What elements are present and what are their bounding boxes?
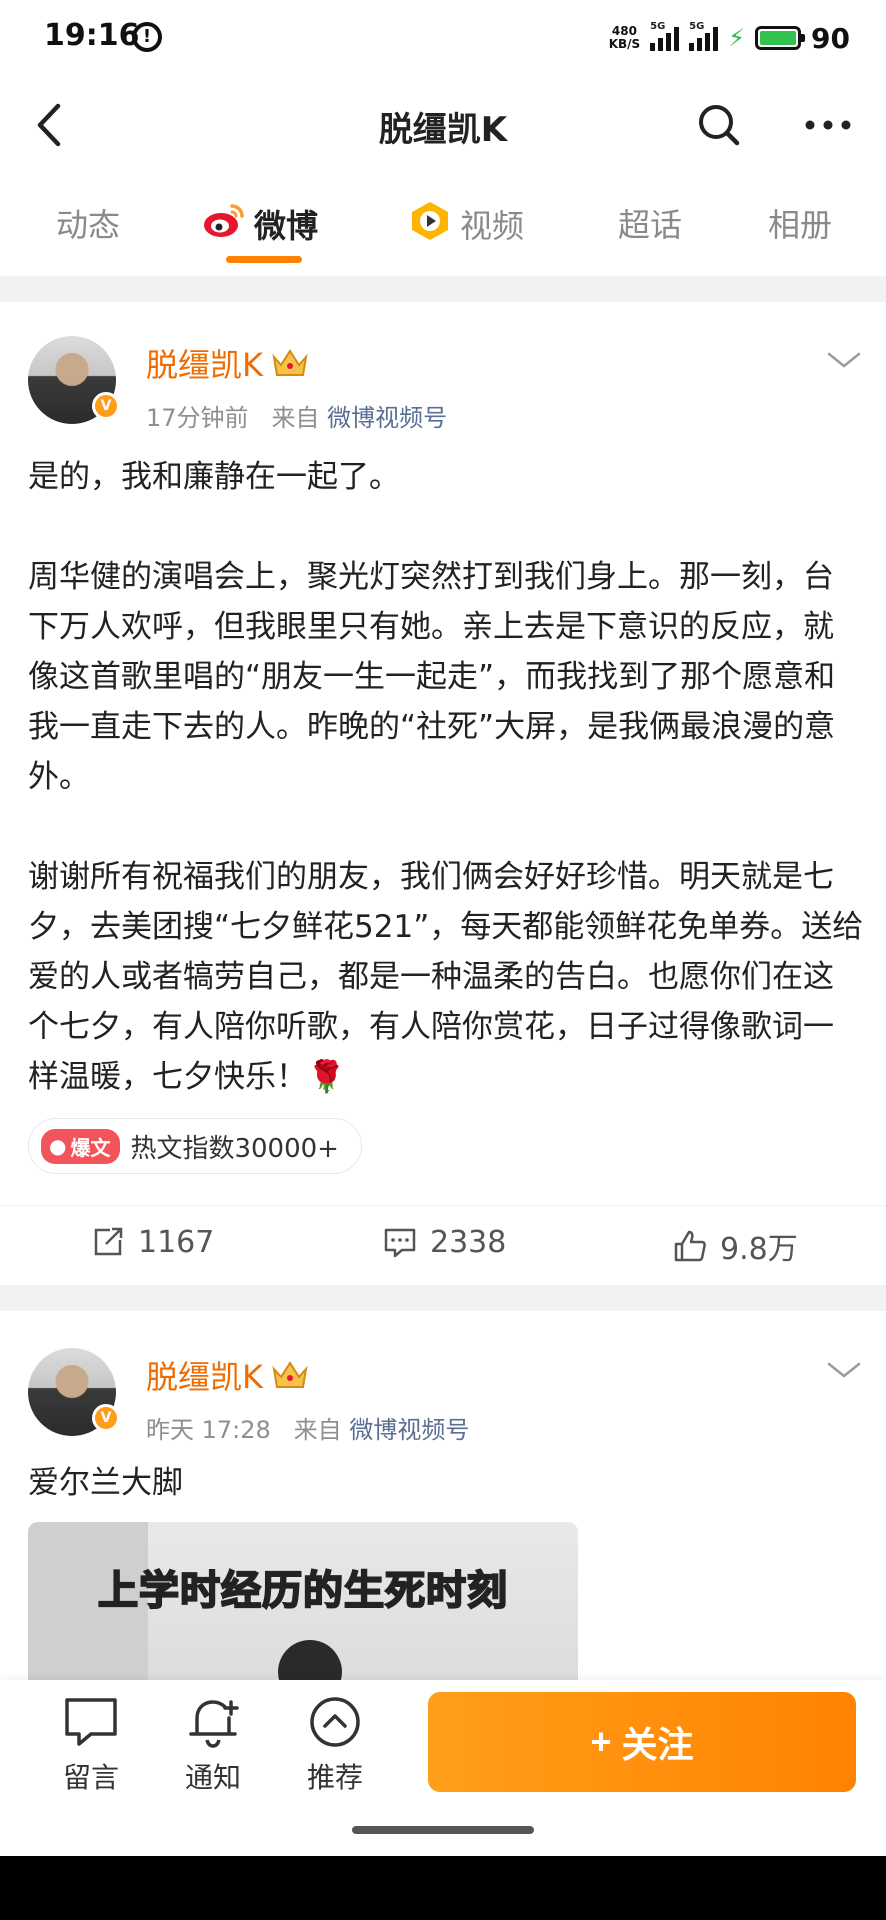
follow-button[interactable]: + 关注	[428, 1692, 856, 1792]
author-name: 脱缰凯K	[146, 346, 263, 384]
post-meta: 17分钟前 来自 微博视频号	[146, 398, 447, 433]
message-button[interactable]: 留言	[46, 1694, 136, 1796]
post-time: 17分钟前	[146, 404, 249, 432]
post-text: 是的，我和廉静在一起了。 周华健的演唱会上，聚光灯突然打到我们身上。那一刻，台下…	[28, 452, 864, 1102]
status-time: 19:16	[44, 18, 140, 53]
weibo-logo-icon	[202, 200, 246, 248]
message-icon	[65, 1698, 117, 1746]
hot-tag-label: 爆文	[70, 1135, 111, 1160]
profile-page: 19:16 ! 480 KB/S 5G 5G ⚡ 90 脱缰凯K 动态 微博 视…	[0, 0, 886, 1920]
like-count: 9.8万	[720, 1232, 798, 1267]
like-button[interactable]: 9.8万	[672, 1224, 798, 1268]
status-right: 480 KB/S 5G 5G ⚡ 90	[609, 20, 850, 56]
signal-icon-2: 5G	[689, 21, 719, 51]
comment-icon	[384, 1228, 416, 1258]
alert-icon: !	[132, 22, 162, 52]
tab-label: 相册	[768, 206, 833, 244]
post-source[interactable]: 微博视频号	[327, 404, 447, 432]
post-paragraph: 是的，我和廉静在一起了。	[28, 459, 400, 495]
notify-button[interactable]: 通知	[168, 1694, 258, 1796]
recommend-label: 推荐	[306, 1761, 363, 1794]
crown-icon	[272, 1361, 308, 1388]
chevron-down-icon[interactable]	[826, 350, 862, 370]
post-meta: 昨天 17:28 来自 微博视频号	[146, 1410, 469, 1445]
section-divider	[0, 1285, 886, 1311]
signal-label-2: 5G	[689, 21, 705, 32]
chevron-up-circle-icon	[310, 1697, 360, 1747]
crown-icon	[272, 349, 308, 376]
post-actions: 1167 2338 9.8万	[0, 1205, 886, 1285]
plus-icon: +	[590, 1721, 612, 1762]
post-time: 昨天 17:28	[146, 1416, 271, 1444]
post-author[interactable]: 脱缰凯K	[146, 340, 309, 386]
source-prefix: 来自	[271, 404, 320, 432]
notify-label: 通知	[184, 1761, 241, 1794]
video-caption: 上学时经历的生死时刻	[97, 1567, 508, 1615]
post-source[interactable]: 微博视频号	[349, 1416, 469, 1444]
tab-label: 微博	[254, 207, 319, 245]
recommend-button[interactable]: 推荐	[290, 1694, 380, 1796]
active-tab-indicator	[226, 256, 302, 263]
post-paragraph: 爱尔兰大脚	[28, 1465, 183, 1501]
more-icon[interactable]	[800, 100, 856, 150]
comment-count: 2338	[430, 1224, 507, 1260]
tab-dynamics[interactable]: 动态	[56, 200, 120, 246]
net-speed-unit: KB/S	[608, 37, 641, 51]
section-divider	[0, 276, 886, 302]
verified-badge-icon: V	[92, 1404, 120, 1432]
repost-count: 1167	[138, 1224, 215, 1260]
verified-badge-icon: V	[92, 392, 120, 420]
repost-icon	[94, 1227, 123, 1256]
tab-label: 视频	[460, 207, 525, 245]
net-speed: 480 KB/S	[609, 25, 640, 51]
battery-percent: 90	[811, 21, 850, 55]
battery-icon	[755, 26, 806, 50]
search-icon[interactable]	[694, 100, 744, 150]
repost-button[interactable]: 1167	[90, 1224, 214, 1260]
tab-label: 动态	[56, 206, 121, 244]
tab-super-topic[interactable]: 超话	[618, 200, 682, 246]
post-paragraph: 周华健的演唱会上，聚光灯突然打到我们身上。那一刻，台下万人欢呼，但我眼里只有她。…	[28, 559, 836, 795]
home-indicator[interactable]	[352, 1826, 534, 1834]
screen-bottom-edge	[0, 1856, 886, 1920]
video-logo-icon	[408, 200, 452, 248]
signal-icon: 5G	[650, 21, 680, 51]
post-paragraph: 谢谢所有祝福我们的朋友，我们俩会好好珍惜。明天就是七夕，去美团搜“七夕鲜花521…	[28, 859, 864, 1095]
post-author[interactable]: 脱缰凯K	[146, 1352, 309, 1398]
video-thumbnail[interactable]: 上学时经历的生死时刻	[28, 1522, 578, 1682]
follow-label: 关注	[621, 1724, 694, 1765]
charging-icon: ⚡	[728, 24, 746, 52]
comment-button[interactable]: 2338	[382, 1224, 506, 1260]
bell-plus-icon	[189, 1700, 239, 1748]
source-prefix: 来自	[293, 1416, 342, 1444]
status-bar: 19:16 ! 480 KB/S 5G 5G ⚡ 90	[0, 0, 886, 74]
hot-tag: ● 爆文	[41, 1128, 121, 1164]
tab-video[interactable]: 视频	[408, 200, 524, 248]
tab-label: 超话	[618, 206, 683, 244]
chevron-down-icon[interactable]	[826, 1360, 862, 1380]
tab-weibo[interactable]: 微博	[202, 200, 318, 248]
thumbs-up-icon	[674, 1230, 706, 1262]
nav-bar: 脱缰凯K	[0, 74, 886, 176]
page-title: 脱缰凯K	[378, 110, 508, 150]
hot-index-chip[interactable]: ● 爆文 热文指数30000+	[28, 1118, 362, 1174]
fire-icon: ●	[49, 1134, 67, 1158]
post-text: 爱尔兰大脚	[28, 1458, 864, 1508]
signal-label-1: 5G	[650, 21, 666, 32]
video-person	[278, 1640, 342, 1682]
author-name: 脱缰凯K	[146, 1358, 263, 1396]
profile-tabs: 动态 微博 视频 超话 相册	[0, 176, 886, 274]
hot-index-text: 热文指数30000+	[130, 1133, 339, 1164]
message-label: 留言	[62, 1761, 119, 1794]
tab-album[interactable]: 相册	[768, 200, 832, 246]
